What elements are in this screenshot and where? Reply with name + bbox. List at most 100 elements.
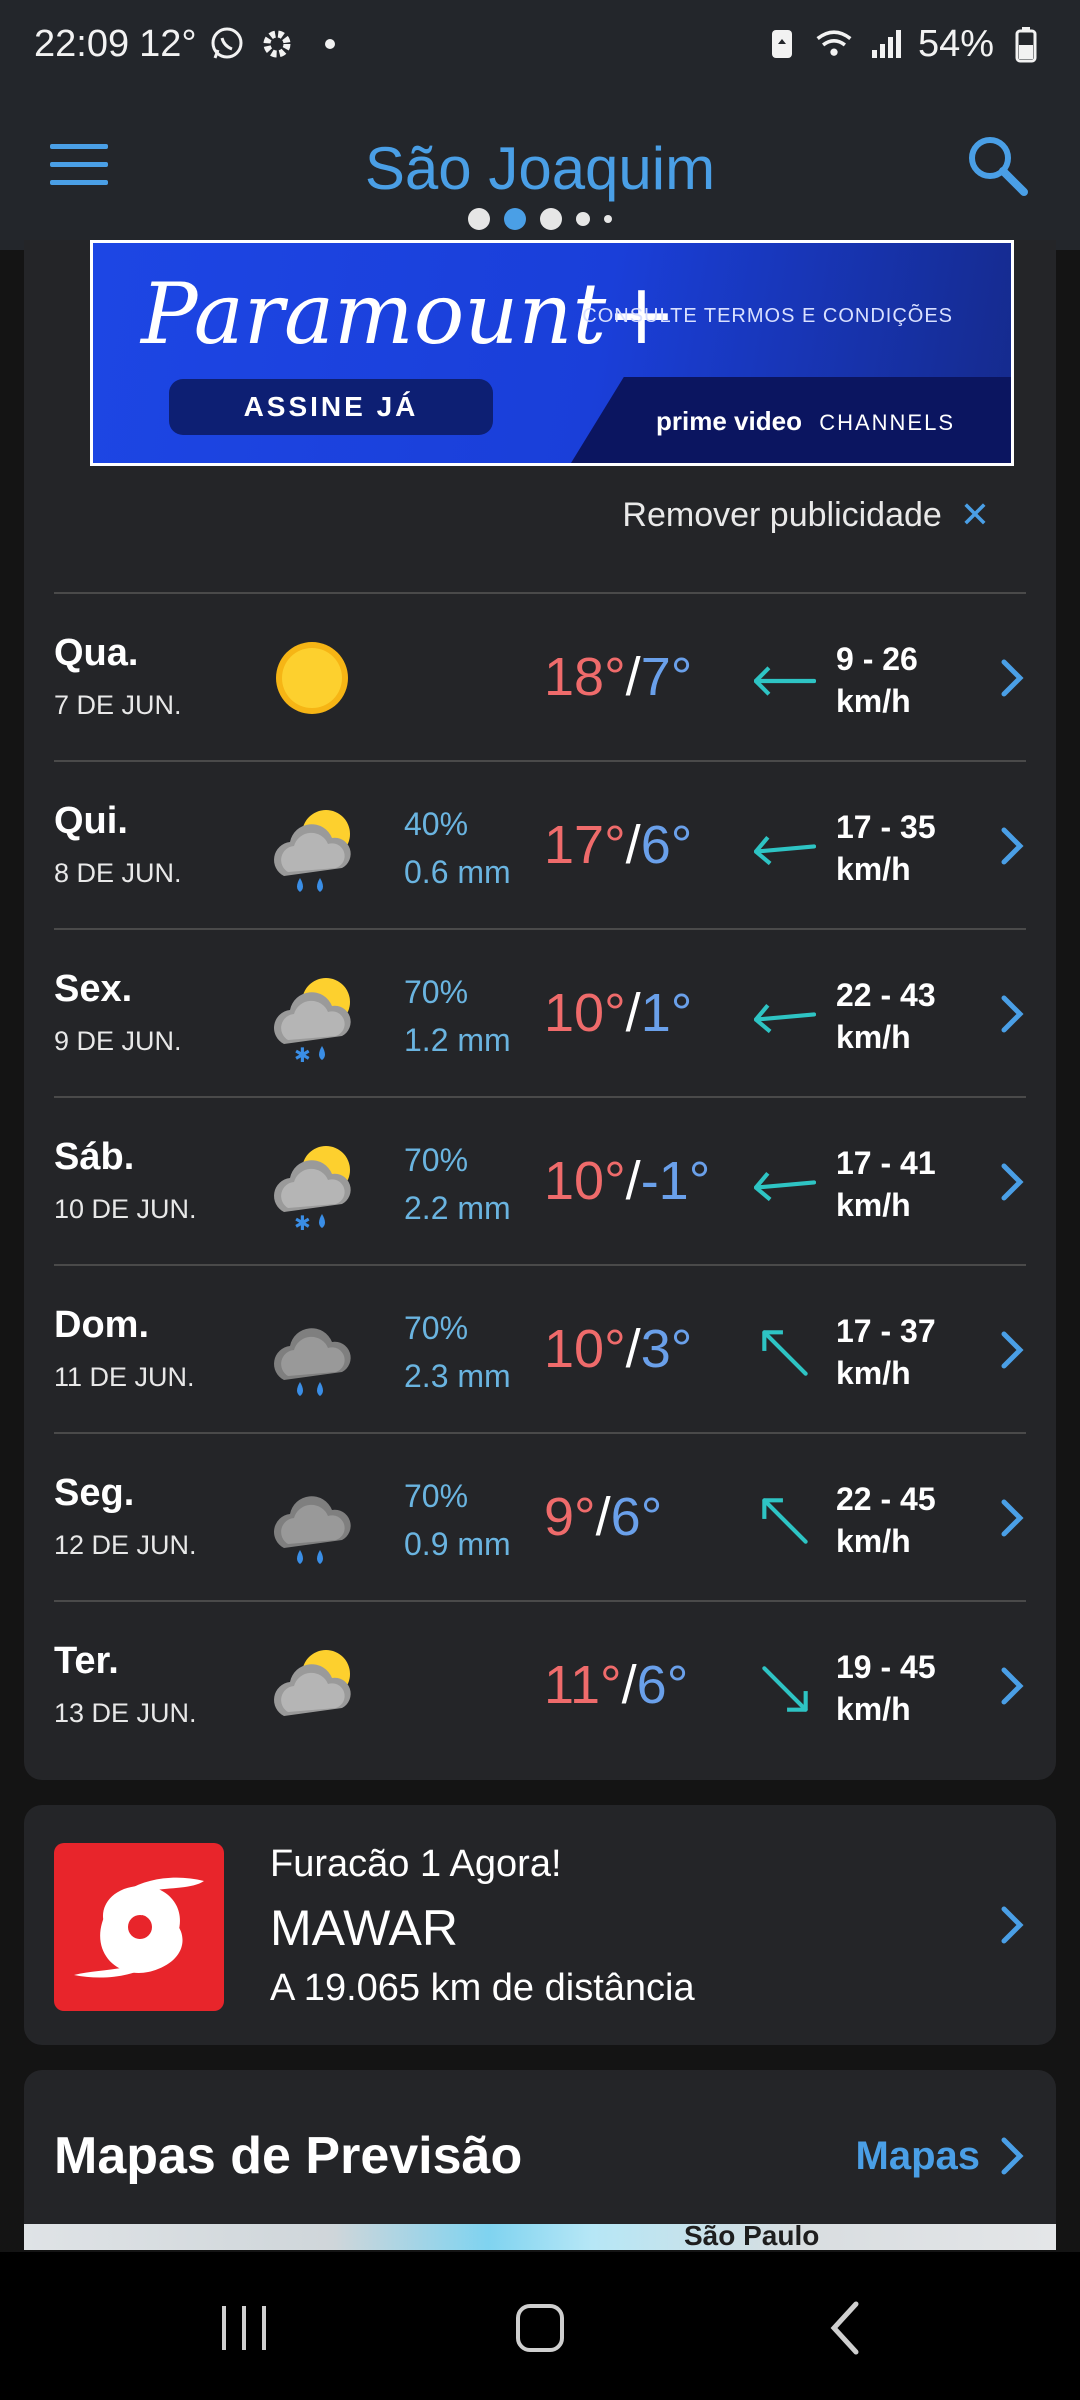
chevron-right-icon[interactable] xyxy=(998,656,1026,700)
wind-speed: 17 - 41 km/h xyxy=(836,1142,936,1226)
precipitation-amount: 0.9 mm xyxy=(404,1526,511,1562)
forecast-map-preview[interactable]: São Paulo xyxy=(24,2220,1056,2250)
temp-low: 7° xyxy=(640,647,693,707)
cloud-sun-icon xyxy=(274,1650,351,1716)
page-title: São Joaquim xyxy=(364,135,716,202)
page-indicator[interactable] xyxy=(0,208,1080,230)
wind-range: 17 - 35 xyxy=(836,809,936,845)
back-icon[interactable] xyxy=(816,2296,880,2360)
wind-speed: 17 - 37 km/h xyxy=(836,1310,936,1394)
forecast-row[interactable]: Ter. 13 DE JUN. 11°/6° 19 - 45 km/h xyxy=(54,1600,1026,1768)
temperature-range: 18°/7° xyxy=(544,647,693,707)
precipitation-chance: 40% xyxy=(404,806,469,842)
temp-high: 9° xyxy=(544,1487,596,1547)
rain-sun-icon xyxy=(274,810,351,892)
forecast-row[interactable]: Sáb. 10 DE JUN. ✱ 70% 2.2 mm 10°/-1° 17 -… xyxy=(54,1096,1026,1264)
recent-apps-icon[interactable] xyxy=(212,2296,276,2360)
forecast-day: Seg. xyxy=(54,1472,135,1514)
ad-partner: prime video CHANNELS xyxy=(656,406,955,437)
precipitation-chance: 70% xyxy=(404,1310,469,1346)
precipitation: 70% 0.9 mm xyxy=(404,1472,511,1568)
precipitation-chance: 70% xyxy=(404,974,469,1010)
wind-arrow-icon xyxy=(754,835,816,866)
forecast-row[interactable]: Seg. 12 DE JUN. 70% 0.9 mm 9°/6° 22 - 45 k… xyxy=(54,1432,1026,1600)
ad-partner-suffix: CHANNELS xyxy=(819,410,955,435)
battery-icon xyxy=(1006,24,1046,64)
wind-speed: 9 - 26 km/h xyxy=(836,638,918,722)
maps-card: Mapas de Previsão Mapas São Paulo xyxy=(24,2070,1056,2250)
ad-terms: CONSULTE TERMOS E CONDIÇÕES xyxy=(582,305,953,327)
page-dot[interactable] xyxy=(540,208,562,230)
rain-icon xyxy=(274,1328,351,1396)
forecast-date: 8 DE JUN. xyxy=(54,858,182,888)
remove-ad-label: Remover publicidade xyxy=(622,495,942,534)
precipitation: 70% 1.2 mm xyxy=(404,968,511,1064)
ad-banner[interactable]: Paramount+ CONSULTE TERMOS E CONDIÇÕES A… xyxy=(90,240,1014,466)
wind-range: 17 - 41 xyxy=(836,1145,936,1181)
home-icon[interactable] xyxy=(508,2296,572,2360)
wind-arrow-icon xyxy=(762,1498,808,1544)
forecast-date: 13 DE JUN. xyxy=(54,1698,197,1728)
forecast-day: Dom. xyxy=(54,1304,149,1346)
page-dot-active[interactable] xyxy=(504,208,526,230)
temperature-range: 10°/-1° xyxy=(544,1151,711,1211)
hurricane-name: MAWAR xyxy=(270,1900,458,1956)
navigation-bar xyxy=(0,2252,1080,2400)
temp-low: 1° xyxy=(640,983,693,1043)
search-icon[interactable] xyxy=(964,132,1030,198)
chevron-right-icon[interactable] xyxy=(998,1664,1026,1708)
wind-speed: 22 - 45 km/h xyxy=(836,1478,936,1562)
page-dot[interactable] xyxy=(604,215,612,223)
wind-speed: 17 - 35 km/h xyxy=(836,806,936,890)
remove-ad-button[interactable]: Remover publicidade ✕ xyxy=(622,494,990,536)
maps-link[interactable]: Mapas xyxy=(856,2134,981,2179)
chevron-right-icon[interactable] xyxy=(998,992,1026,1036)
svg-text:✱: ✱ xyxy=(294,1043,311,1062)
svg-text:✱: ✱ xyxy=(294,1211,311,1230)
wind-unit: km/h xyxy=(836,1523,911,1559)
rain-icon xyxy=(274,1496,351,1564)
precipitation: 70% 2.2 mm xyxy=(404,1136,511,1232)
precipitation-chance: 70% xyxy=(404,1142,469,1178)
page-dot[interactable] xyxy=(468,208,490,230)
precipitation-chance: 70% xyxy=(404,1478,469,1514)
wind-range: 22 - 43 xyxy=(836,977,936,1013)
temperature-range: 10°/3° xyxy=(544,1319,693,1379)
wind-range: 9 - 26 xyxy=(836,641,918,677)
hurricane-distance: A 19.065 km de distância xyxy=(270,1967,695,2009)
forecast-row[interactable]: Qui. 8 DE JUN. 40% 0.6 mm 17°/6° 17 - 35 k… xyxy=(54,760,1026,928)
temp-low: -1° xyxy=(640,1151,711,1211)
temperature-range: 9°/6° xyxy=(544,1487,663,1547)
chevron-right-icon[interactable] xyxy=(998,1328,1026,1372)
signal-icon xyxy=(866,24,906,64)
wind-unit: km/h xyxy=(836,683,911,719)
forecast-row[interactable]: Sex. 9 DE JUN. ✱ 70% 1.2 mm 10°/1° 22 - 4… xyxy=(54,928,1026,1096)
forecast-row[interactable]: Qua. 7 DE JUN. 18°/7° 9 - 26 km/h xyxy=(54,592,1026,760)
chevron-right-icon[interactable] xyxy=(998,2134,1026,2178)
temp-high: 18° xyxy=(544,647,626,707)
chevron-right-icon[interactable] xyxy=(998,1903,1026,1947)
temp-high: 10° xyxy=(544,983,626,1043)
wind-unit: km/h xyxy=(836,1355,911,1391)
hurricane-icon xyxy=(54,1843,224,2011)
ad-cta-button[interactable]: ASSINE JÁ xyxy=(169,379,493,435)
chevron-right-icon[interactable] xyxy=(998,1160,1026,1204)
forecast-date: 9 DE JUN. xyxy=(54,1026,182,1056)
forecast-date: 12 DE JUN. xyxy=(54,1530,197,1560)
notification-dot xyxy=(324,39,335,49)
close-icon[interactable]: ✕ xyxy=(960,494,990,536)
chevron-right-icon[interactable] xyxy=(998,1496,1026,1540)
page-dot[interactable] xyxy=(576,212,590,226)
wind-range: 17 - 37 xyxy=(836,1313,936,1349)
wind-arrow-icon xyxy=(754,1171,816,1202)
precipitation-amount: 2.3 mm xyxy=(404,1358,511,1394)
sleet-sun-icon: ✱ xyxy=(274,978,351,1062)
hurricane-card[interactable]: Furacão 1 Agora! MAWAR A 19.065 km de di… xyxy=(24,1805,1056,2045)
chevron-right-icon[interactable] xyxy=(998,824,1026,868)
forecast-card: Paramount+ CONSULTE TERMOS E CONDIÇÕES A… xyxy=(24,240,1056,1780)
map-city-label: São Paulo xyxy=(684,2220,820,2250)
wind-unit: km/h xyxy=(836,1187,911,1223)
sleet-sun-icon: ✱ xyxy=(274,1146,351,1230)
forecast-row[interactable]: Dom. 11 DE JUN. 70% 2.3 mm 10°/3° 17 - 37… xyxy=(54,1264,1026,1432)
temp-high: 10° xyxy=(544,1151,626,1211)
